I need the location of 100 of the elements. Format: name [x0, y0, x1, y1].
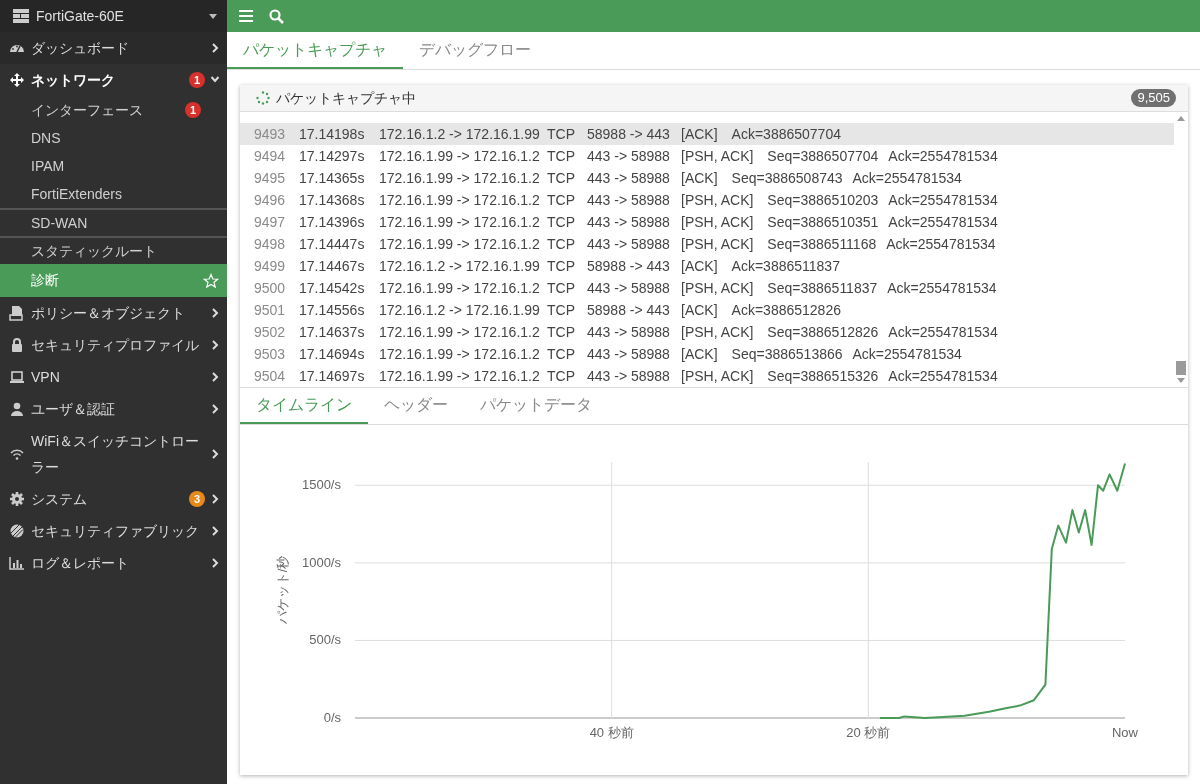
- chevron-down-icon: [211, 75, 219, 85]
- table-cell-text: 9502: [253, 322, 287, 342]
- table-cell-text: Seq=3886511837: [767, 278, 878, 298]
- star-icon: [203, 272, 219, 289]
- table-cell-text: Ack=3886511837: [731, 256, 840, 276]
- table-cell-text: [ACK]: [681, 256, 718, 276]
- menu-icon[interactable]: [239, 10, 253, 22]
- table-cell-text: Seq=3886507704: [767, 146, 879, 166]
- table-cell-text: TCP: [547, 146, 576, 166]
- packet-count: 9,505: [1131, 89, 1176, 107]
- tab[interactable]: パケットデータ: [464, 388, 608, 424]
- table-cell-text: Seq=3886515326: [767, 366, 879, 386]
- tab[interactable]: タイムライン: [240, 388, 368, 424]
- table-cell-text: 17.14447s: [299, 234, 366, 254]
- table-cell-text: 443 -> 58988: [587, 366, 671, 386]
- table-cell-text: [PSH, ACK]: [681, 190, 754, 210]
- count-badge: 1: [189, 72, 205, 88]
- chevron-right-icon: [211, 308, 219, 318]
- count-badge: 3: [189, 491, 205, 507]
- table-cell-text: 9495: [253, 168, 287, 188]
- table-cell-text: 58988 -> 443: [587, 124, 671, 144]
- table-cell-text: 17.14542s: [299, 278, 366, 298]
- table-cell-text: 172.16.1.2 -> 172.16.1.99: [379, 124, 541, 144]
- search-icon[interactable]: [269, 8, 284, 24]
- table-cell-text: 172.16.1.99 -> 172.16.1.2: [379, 278, 541, 298]
- chevron-right-icon: [211, 43, 219, 53]
- table-cell-text: TCP: [547, 278, 576, 298]
- y-axis-label: パケット/秒: [275, 555, 290, 625]
- table-cell-text: 9499: [253, 256, 287, 276]
- table-cell-text: 172.16.1.99 -> 172.16.1.2: [379, 366, 541, 386]
- table-cell-text: TCP: [547, 124, 576, 144]
- table-cell-text: 172.16.1.2 -> 172.16.1.99: [379, 300, 541, 320]
- lock-icon: [9, 337, 25, 353]
- table-cell-text: Seq=3886508743: [731, 168, 843, 188]
- table-cell-text: [PSH, ACK]: [681, 278, 754, 298]
- table-cell-text: TCP: [547, 256, 576, 276]
- scroll-down-icon[interactable]: [1177, 378, 1185, 383]
- table-cell-text: [ACK]: [681, 124, 718, 144]
- table-cell-text: 443 -> 58988: [587, 212, 671, 232]
- table-cell-text: 172.16.1.99 -> 172.16.1.2: [379, 212, 541, 232]
- table-cell-text: 9498: [253, 234, 287, 254]
- tab[interactable]: デバッグフロー: [403, 32, 547, 69]
- table-cell-text: 9494: [253, 146, 287, 166]
- table-cell-text: [ACK]: [681, 300, 718, 320]
- table-cell-text: 9500: [253, 278, 287, 298]
- table-cell-text: [ACK]: [681, 344, 718, 364]
- laptop-icon: [9, 369, 25, 385]
- table-cell-text: TCP: [547, 366, 576, 386]
- tab[interactable]: ヘッダー: [368, 388, 464, 424]
- table-cell-text: 443 -> 58988: [587, 234, 671, 254]
- table-cell-text: Seq=3886511168: [767, 234, 877, 254]
- table-cell-text: [ACK]: [681, 168, 718, 188]
- table-cell-text: 172.16.1.2 -> 172.16.1.99: [379, 256, 541, 276]
- table-cell-text: 17.14297s: [299, 146, 366, 166]
- bar-chart-icon: [9, 555, 25, 571]
- table-cell-text: 172.16.1.99 -> 172.16.1.2: [379, 234, 541, 254]
- caret-icon: [209, 13, 217, 19]
- table-cell-text: 443 -> 58988: [587, 322, 671, 342]
- table-cell-text: 17.14637s: [299, 322, 366, 342]
- table-cell-text: 17.14365s: [299, 168, 366, 188]
- gear-icon: [9, 491, 25, 507]
- chevron-right-icon: [211, 526, 219, 536]
- table-cell-text: 172.16.1.99 -> 172.16.1.2: [379, 168, 541, 188]
- table-cell-text: Ack=2554781534: [852, 168, 962, 188]
- table-cell-text: TCP: [547, 322, 576, 342]
- scroll-up-icon[interactable]: [1177, 116, 1185, 121]
- table-cell-text: 17.14697s: [299, 366, 366, 386]
- scrollbar-thumb[interactable]: [1176, 361, 1186, 375]
- chevron-right-icon: [211, 340, 219, 350]
- table-cell-text: 172.16.1.99 -> 172.16.1.2: [379, 344, 541, 364]
- sidebar-item[interactable]: ダッシュボード: [0, 32, 227, 64]
- table-cell-text: 443 -> 58988: [587, 278, 671, 298]
- table-cell-text: 17.14694s: [299, 344, 366, 364]
- table-cell-text: Seq=3886510351: [767, 212, 879, 232]
- table-cell-text: 17.14467s: [299, 256, 366, 276]
- y-tick-label: 1000/s: [301, 554, 341, 570]
- table-cell-text: [PSH, ACK]: [681, 234, 754, 254]
- device-selector[interactable]: FortiGate-60E: [0, 0, 227, 32]
- x-tick-label: 40 秒前: [589, 725, 634, 740]
- table-cell-text: 9501: [253, 300, 287, 320]
- chevron-right-icon: [211, 449, 219, 459]
- table-cell-text: Ack=2554781534: [888, 366, 998, 386]
- tab[interactable]: パケットキャプチャ: [227, 32, 403, 69]
- table-cell-text: TCP: [547, 190, 576, 210]
- table-cell-text: Ack=3886512826: [731, 300, 841, 320]
- table-cell-text: [PSH, ACK]: [681, 212, 754, 232]
- packet-row[interactable]: 9493 17.14198s 172.16.1.2 -> 172.16.1.99 TCP 58988 -> 443 [ACK] Ack=3886507704: [240, 123, 1174, 145]
- table-cell-text: 58988 -> 443: [587, 300, 671, 320]
- striped-circle-icon: [9, 523, 25, 539]
- table-cell-text: Seq=3886510203: [767, 190, 879, 210]
- table-cell-text: TCP: [547, 234, 576, 254]
- table-cell-text: TCP: [547, 344, 576, 364]
- table-cell-text: 443 -> 58988: [587, 344, 671, 364]
- table-cell-text: 9503: [253, 344, 287, 364]
- table-cell-text: Ack=2554781534: [888, 212, 998, 232]
- y-tick-label: 1500/s: [301, 477, 341, 493]
- table-cell-text: 9493: [253, 124, 287, 144]
- table-cell-text: [PSH, ACK]: [681, 366, 754, 386]
- table-cell-text: 172.16.1.99 -> 172.16.1.2: [379, 322, 541, 342]
- table-cell-text: Ack=2554781534: [888, 322, 998, 342]
